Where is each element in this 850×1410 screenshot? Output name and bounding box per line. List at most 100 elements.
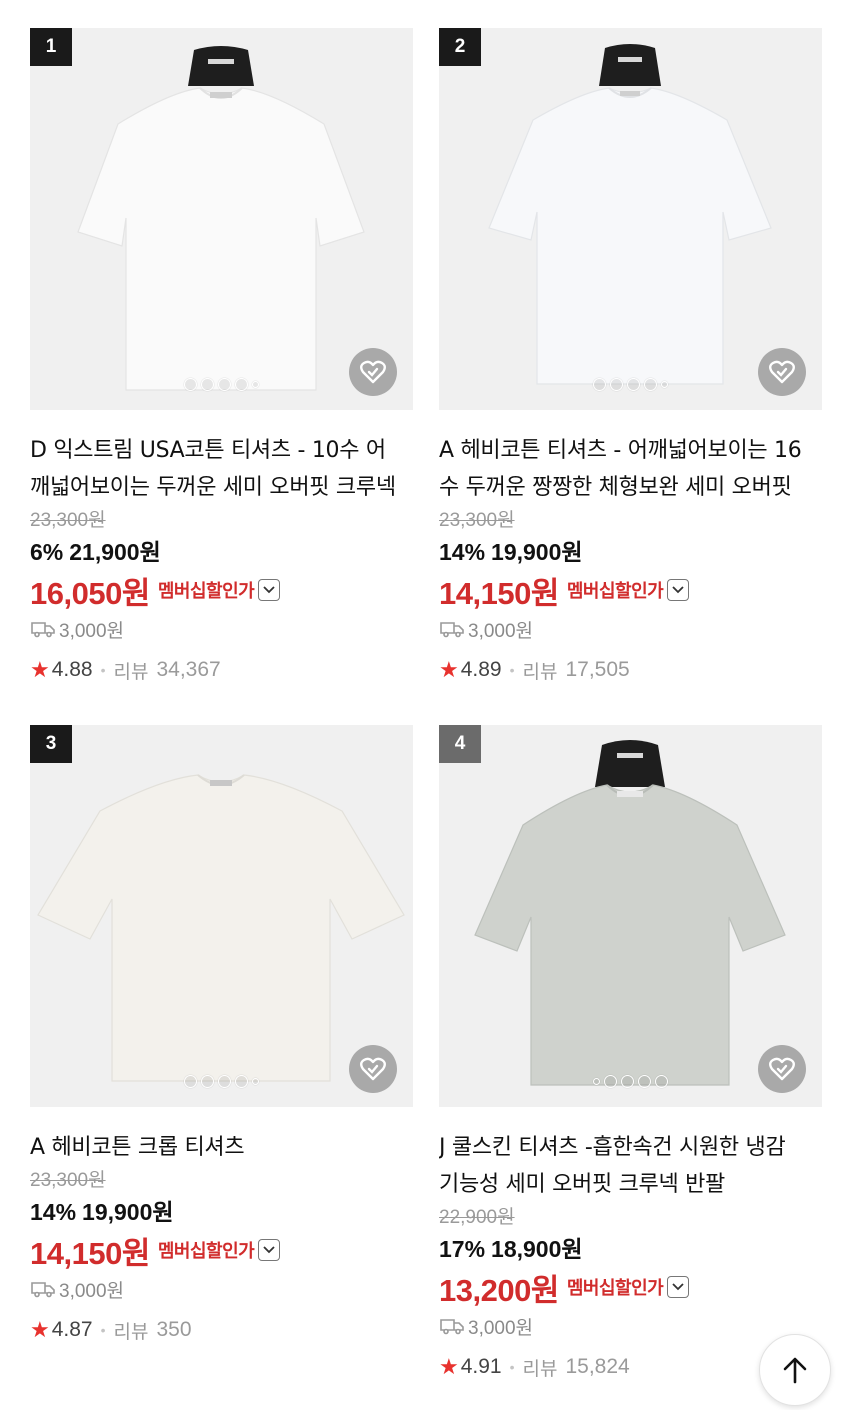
shipping-fee: 3,000원 bbox=[439, 615, 822, 643]
page-dot[interactable] bbox=[201, 377, 214, 391]
product-card[interactable]: 1 D 익스트림 USA코튼 티셔츠 - 10수 어깨넓어보이는 두꺼운 세미 … bbox=[30, 28, 413, 685]
page-dot[interactable] bbox=[627, 377, 640, 391]
page-dot[interactable] bbox=[593, 1077, 600, 1085]
product-title[interactable]: A 헤비코튼 크롭 티셔츠 bbox=[30, 1129, 400, 1166]
sale-price: 19,900원 bbox=[82, 1199, 174, 1225]
member-price-row: 14,150원 멤버십할인가 bbox=[30, 1231, 413, 1271]
review-label: 리뷰 bbox=[113, 660, 149, 683]
product-grid: 1 D 익스트림 USA코튼 티셔츠 - 10수 어깨넓어보이는 두꺼운 세미 … bbox=[0, 0, 850, 1410]
tshirt-image bbox=[474, 740, 786, 1086]
sale-price-row: 6% 21,900원 bbox=[30, 537, 413, 567]
shipping-fee: 3,000원 bbox=[439, 1312, 822, 1340]
heart-check-icon bbox=[360, 360, 386, 384]
hanger bbox=[595, 740, 665, 787]
page-dot[interactable] bbox=[610, 377, 623, 391]
shipping-fee-value: 3,000원 bbox=[468, 620, 534, 642]
rating-score: 4.88 bbox=[51, 658, 93, 681]
discount-rate: 6% bbox=[30, 539, 64, 565]
star-icon: ★ bbox=[30, 1317, 50, 1342]
sale-price-row: 17% 18,900원 bbox=[439, 1234, 822, 1264]
member-price: 13,200원 bbox=[439, 1272, 559, 1308]
rating-row[interactable]: ★ 4.87 • 리뷰 350 bbox=[30, 1315, 413, 1345]
product-title[interactable]: A 헤비코튼 티셔츠 - 어깨넓어보이는 16수 두꺼운 짱짱한 체형보완 세미… bbox=[439, 432, 809, 506]
rating-row[interactable]: ★ 4.88 • 리뷰 34,367 bbox=[30, 655, 413, 685]
rating-row[interactable]: ★ 4.89 • 리뷰 17,505 bbox=[439, 655, 822, 685]
review-count: 15,824 bbox=[565, 1355, 630, 1378]
truck-icon bbox=[31, 1282, 55, 1298]
discount-rate: 14% bbox=[30, 1199, 77, 1225]
page-dot[interactable] bbox=[638, 1074, 651, 1088]
review-label: 리뷰 bbox=[113, 1320, 149, 1343]
page-dot[interactable] bbox=[644, 377, 657, 391]
chevron-down-icon bbox=[263, 1246, 275, 1254]
page-dot[interactable] bbox=[661, 380, 668, 388]
page-dot[interactable] bbox=[593, 377, 606, 391]
review-count: 350 bbox=[156, 1318, 192, 1341]
member-price-toggle[interactable] bbox=[667, 579, 690, 601]
member-price-toggle[interactable] bbox=[258, 1239, 281, 1261]
member-price: 16,050원 bbox=[30, 575, 150, 611]
separator-dot: • bbox=[100, 1322, 106, 1338]
heart-check-icon bbox=[769, 1057, 795, 1081]
tshirt-image bbox=[488, 44, 772, 385]
discount-rate: 14% bbox=[439, 539, 486, 565]
hanger bbox=[599, 44, 661, 86]
page-dot[interactable] bbox=[235, 1074, 248, 1088]
page-dot[interactable] bbox=[235, 377, 248, 391]
page-dot[interactable] bbox=[184, 377, 197, 391]
member-price-toggle[interactable] bbox=[258, 579, 281, 601]
product-title[interactable]: D 익스트림 USA코튼 티셔츠 - 10수 어깨넓어보이는 두꺼운 세미 오버… bbox=[30, 432, 400, 506]
product-title[interactable]: J 쿨스킨 티셔츠 -흡한속건 시원한 냉감 기능성 세미 오버핏 크루넥 반팔 bbox=[439, 1129, 809, 1203]
shipping-fee: 3,000원 bbox=[30, 615, 413, 643]
separator-dot: • bbox=[509, 1359, 515, 1375]
member-price-toggle[interactable] bbox=[667, 1276, 690, 1298]
like-button[interactable] bbox=[349, 348, 397, 396]
separator-dot: • bbox=[509, 662, 515, 678]
like-button[interactable] bbox=[758, 348, 806, 396]
page-dot[interactable] bbox=[218, 377, 231, 391]
review-count: 34,367 bbox=[156, 658, 221, 681]
scroll-to-top-button[interactable] bbox=[759, 1334, 831, 1406]
original-price: 23,300원 bbox=[439, 510, 515, 531]
page-dot[interactable] bbox=[218, 1074, 231, 1088]
product-image[interactable]: 2 bbox=[439, 28, 822, 410]
star-icon: ★ bbox=[30, 657, 50, 682]
member-price-row: 14,150원 멤버십할인가 bbox=[439, 571, 822, 611]
member-price-label: 멤버십할인가 bbox=[157, 581, 255, 602]
shipping-fee-value: 3,000원 bbox=[59, 1280, 125, 1302]
product-image[interactable]: 1 bbox=[30, 28, 413, 410]
rank-badge: 2 bbox=[439, 28, 481, 66]
page-dot[interactable] bbox=[621, 1074, 634, 1088]
shipping-fee-value: 3,000원 bbox=[468, 1317, 534, 1339]
page-dot[interactable] bbox=[184, 1074, 197, 1088]
heart-check-icon bbox=[360, 1057, 386, 1081]
rating-score: 4.89 bbox=[460, 658, 502, 681]
product-card[interactable]: 3 A 헤비코튼 크롭 티셔츠 23,300원 14% 19,900원 14,15… bbox=[30, 725, 413, 1345]
member-price-label: 멤버십할인가 bbox=[566, 581, 664, 602]
truck-icon bbox=[440, 622, 464, 638]
member-price-label: 멤버십할인가 bbox=[157, 1241, 255, 1262]
like-button[interactable] bbox=[758, 1045, 806, 1093]
discount-rate: 17% bbox=[439, 1236, 486, 1262]
product-image[interactable]: 4 bbox=[439, 725, 822, 1107]
product-card[interactable]: 2 A 헤비코튼 티셔츠 - 어깨넓어보이는 16수 두꺼운 짱짱한 체형보완 … bbox=[439, 28, 822, 685]
page-dot[interactable] bbox=[201, 1074, 214, 1088]
chevron-down-icon bbox=[263, 586, 275, 594]
page-dot[interactable] bbox=[655, 1074, 668, 1088]
hanger bbox=[188, 46, 254, 86]
sale-price: 21,900원 bbox=[69, 539, 161, 565]
like-button[interactable] bbox=[349, 1045, 397, 1093]
member-price: 14,150원 bbox=[30, 1235, 150, 1271]
original-price: 23,300원 bbox=[30, 510, 106, 531]
member-price: 14,150원 bbox=[439, 575, 559, 611]
member-price-row: 16,050원 멤버십할인가 bbox=[30, 571, 413, 611]
truck-icon bbox=[440, 1319, 464, 1335]
rating-score: 4.87 bbox=[51, 1318, 93, 1341]
product-card[interactable]: 4 J 쿨스킨 티셔츠 -흡한속건 시원한 냉감 기능성 세미 오버핏 크루넥 … bbox=[439, 725, 822, 1382]
page-dot[interactable] bbox=[252, 380, 259, 388]
chevron-down-icon bbox=[672, 1283, 684, 1291]
page-dot[interactable] bbox=[252, 1077, 259, 1085]
product-image[interactable]: 3 bbox=[30, 725, 413, 1107]
truck-icon bbox=[31, 622, 55, 638]
page-dot[interactable] bbox=[604, 1074, 617, 1088]
